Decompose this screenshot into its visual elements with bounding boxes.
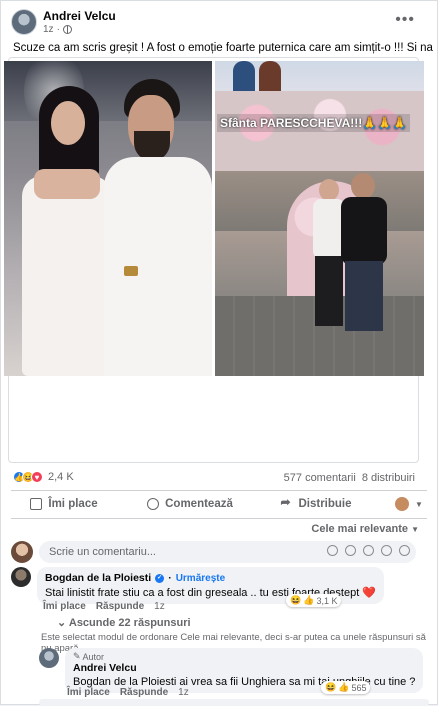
reply-reply-button[interactable]: Răspunde xyxy=(120,687,168,698)
shares-count[interactable]: 8 distribuiri xyxy=(362,472,415,484)
photo-caption: Sfânta PARESCCHEVA!!!🙏🙏🙏 xyxy=(217,114,411,132)
haha-reaction-icon: 😆 xyxy=(325,682,337,692)
chevron-down-icon: ▼ xyxy=(411,525,419,534)
comment-icon xyxy=(147,498,160,510)
haha-reaction-icon: 😆 xyxy=(290,595,302,605)
like-reaction-icon: 👍 xyxy=(338,682,350,692)
post-card: Andrei Velcu 1z · ••• Scuze ca am scris … xyxy=(0,0,438,706)
commenter-avatar[interactable] xyxy=(11,567,31,587)
post-time[interactable]: 1z xyxy=(43,24,54,35)
composer-tools xyxy=(327,545,410,556)
author-avatar[interactable] xyxy=(11,9,37,35)
avatar-sticker-icon[interactable] xyxy=(327,545,338,556)
dot-separator: · xyxy=(168,572,172,584)
comment-reactions[interactable]: 😆 👍 3,1 K xyxy=(286,594,342,607)
love-reaction-icon: ♥ xyxy=(31,471,43,483)
emoji-icon[interactable] xyxy=(345,545,356,556)
like-reaction-icon: 👍 xyxy=(303,595,315,605)
author-name[interactable]: Andrei Velcu xyxy=(43,9,116,23)
sticker-icon[interactable] xyxy=(399,545,410,556)
reply-time[interactable]: 1z xyxy=(178,687,189,698)
like-label: Îmi place xyxy=(48,498,98,510)
reply-actions: Îmi place Răspunde 1z xyxy=(67,687,189,698)
post-photo-left[interactable] xyxy=(4,61,212,376)
hide-replies-toggle[interactable]: ⌄ Ascunde 22 răspunsuri xyxy=(57,616,191,629)
reaction-count: 2,4 K xyxy=(48,471,74,483)
comment-like-button[interactable]: Îmi place xyxy=(43,601,86,612)
more-options-icon[interactable]: ••• xyxy=(395,11,415,29)
share-icon xyxy=(280,495,292,510)
reply-author-name[interactable]: Andrei Velcu xyxy=(73,662,415,674)
reply-like-button[interactable]: Îmi place xyxy=(67,687,110,698)
post-actions: Îmi place Comentează Distribuie ▼ xyxy=(1,491,438,517)
follow-button[interactable]: Urmărește xyxy=(176,573,225,584)
globe-icon xyxy=(62,25,72,34)
author-badge-label: Autor xyxy=(82,651,105,662)
current-user-avatar xyxy=(11,541,33,563)
meta-dot: · xyxy=(56,24,60,35)
post-header: Andrei Velcu 1z · xyxy=(11,9,116,35)
share-button[interactable]: Distribuie xyxy=(253,491,379,517)
comment-button[interactable]: Comentează xyxy=(127,491,253,517)
comment-reply-button[interactable]: Răspunde xyxy=(96,601,144,612)
reply-author-avatar[interactable] xyxy=(39,648,59,668)
thumbs-up-icon xyxy=(30,498,43,510)
comment-time[interactable]: 1z xyxy=(154,601,165,612)
verified-icon: ✓ xyxy=(155,573,165,583)
like-button[interactable]: Îmi place xyxy=(1,491,127,517)
pencil-icon: ✎ xyxy=(73,651,81,661)
comment-actions: Îmi place Răspunde 1z xyxy=(43,601,165,612)
divider xyxy=(11,518,427,519)
post-meta: 1z · xyxy=(43,24,116,35)
author-badge: ✎ Autor xyxy=(73,651,415,662)
sort-label: Cele mai relevante xyxy=(311,523,409,535)
comment-label: Comentează xyxy=(165,498,233,510)
comment-composer: Scrie un comentariu... xyxy=(11,541,416,563)
reaction-profile-selector[interactable]: ▼ xyxy=(379,491,438,517)
reply-reaction-count: 565 xyxy=(351,682,367,693)
post-counts: 577 comentarii 8 distribuiri xyxy=(284,472,415,484)
chevron-down-icon: ▼ xyxy=(415,499,423,509)
reply-reactions[interactable]: 😆 👍 565 xyxy=(321,681,371,694)
comment-sort-dropdown[interactable]: Cele mai relevante ▼ xyxy=(311,523,419,535)
collapse-icon: ⌄ xyxy=(57,617,69,629)
comment-input[interactable]: Scrie un comentariu... xyxy=(39,541,416,563)
post-photo-right[interactable]: Sfânta PARESCCHEVA!!!🙏🙏🙏 xyxy=(215,61,424,376)
commenter-name[interactable]: Bogdan de la Ploiesti xyxy=(45,572,151,584)
profile-avatar xyxy=(395,497,410,511)
comment-placeholder: Scrie un comentariu... xyxy=(49,546,156,558)
share-label: Distribuie xyxy=(298,498,352,510)
comment-reaction-count: 3,1 K xyxy=(316,595,338,606)
replies-label: Ascunde 22 răspunsuri xyxy=(68,617,191,629)
comments-count[interactable]: 577 comentarii xyxy=(284,472,356,484)
reaction-summary[interactable]: 👍 😆 ♥ 2,4 K xyxy=(13,471,74,483)
gif-icon[interactable] xyxy=(381,545,392,556)
camera-icon[interactable] xyxy=(363,545,374,556)
